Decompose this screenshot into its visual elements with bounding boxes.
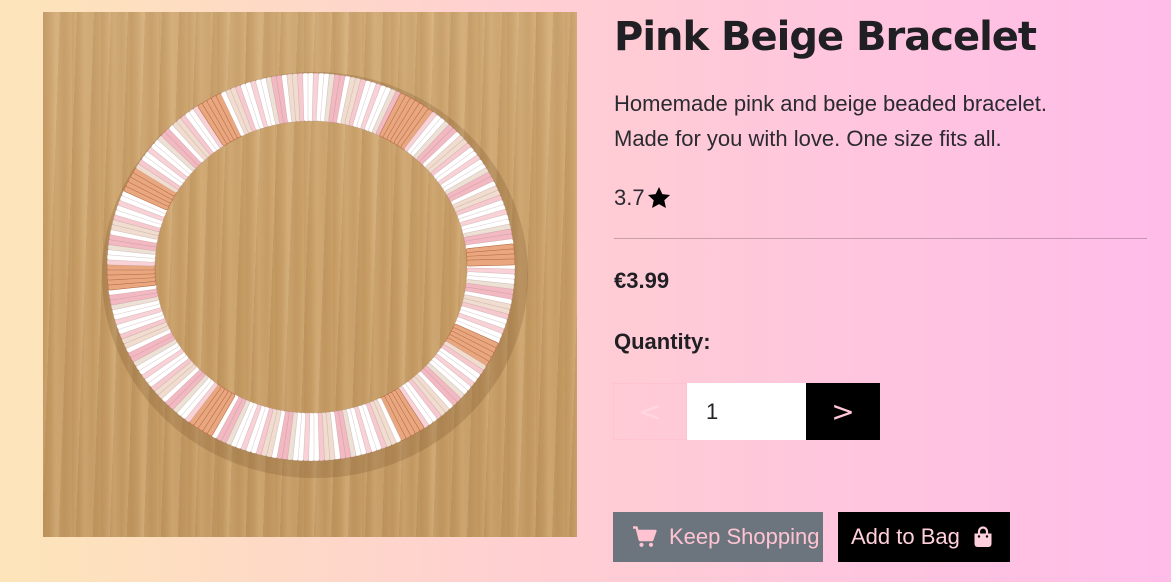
increment-button[interactable]: > bbox=[806, 383, 880, 440]
shopping-cart-icon bbox=[633, 526, 657, 547]
decrement-button[interactable]: < bbox=[613, 383, 687, 440]
add-to-bag-label: Add to Bag bbox=[851, 524, 960, 549]
product-image bbox=[43, 12, 577, 537]
quantity-input[interactable] bbox=[687, 383, 806, 440]
product-price: €3.99 bbox=[614, 268, 670, 293]
product-rating: 3.7 bbox=[614, 183, 672, 213]
description-line-2: Made for you with love. One size fits al… bbox=[614, 126, 1002, 151]
product-title: Pink Beige Bracelet bbox=[614, 14, 1037, 60]
shopping-bag-icon bbox=[974, 526, 992, 547]
rating-value: 3.7 bbox=[614, 185, 645, 210]
keep-shopping-button[interactable]: Keep Shopping bbox=[613, 512, 823, 562]
quantity-label: Quantity: bbox=[614, 329, 711, 354]
star-icon bbox=[647, 186, 670, 208]
add-to-bag-button[interactable]: Add to Bag bbox=[838, 512, 1010, 562]
divider bbox=[614, 238, 1147, 239]
keep-shopping-label: Keep Shopping bbox=[669, 524, 820, 549]
product-description: Homemade pink and beige beaded bracelet.… bbox=[614, 86, 1134, 156]
quantity-stepper: < > bbox=[613, 383, 880, 440]
description-line-1: Homemade pink and beige beaded bracelet. bbox=[614, 91, 1047, 116]
bracelet-photo bbox=[102, 72, 528, 478]
